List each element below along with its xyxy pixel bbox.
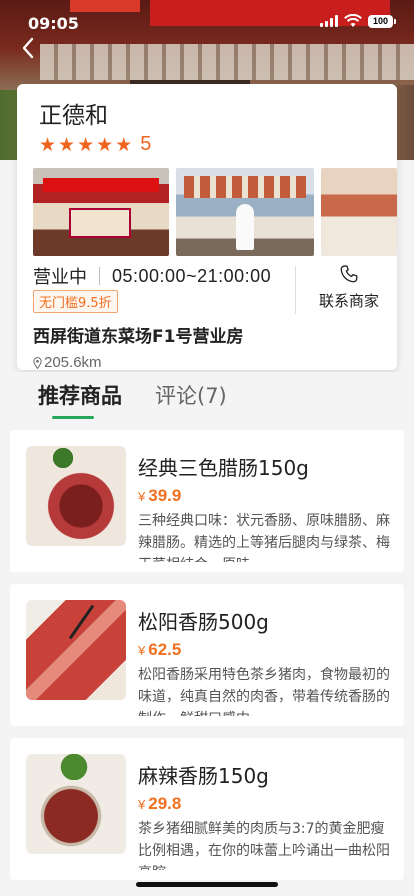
battery-icon: 100 [368, 14, 396, 28]
currency-symbol: ¥ [138, 643, 146, 658]
location-pin-icon [33, 356, 42, 369]
product-title: 松阳香肠500g [138, 610, 269, 634]
product-image[interactable] [26, 446, 126, 546]
open-status: 营业中 [33, 267, 87, 288]
product-price: ¥39.9 [138, 486, 181, 506]
chevron-left-icon [22, 37, 34, 59]
divider [99, 267, 100, 285]
store-distance: 205.6km [33, 354, 102, 371]
business-hours: 05:00:00~21:00:00 [112, 265, 272, 286]
product-price: ¥62.5 [138, 640, 181, 660]
product-card[interactable]: 松阳香肠500g ¥62.5 松阳香肠采用特色茶乡猪肉，食物最初的味道，纯真自然… [10, 584, 404, 726]
store-photo-gallery[interactable] [33, 168, 397, 256]
star-icon: ★ [58, 133, 76, 156]
product-price: ¥29.8 [138, 794, 181, 814]
status-time: 09:05 [28, 14, 79, 33]
price-value: 39.9 [148, 486, 182, 505]
store-address: 西屏街道东菜场F1号营业房 [33, 327, 244, 347]
divider [295, 266, 296, 314]
store-photo[interactable] [33, 168, 169, 256]
back-button[interactable] [16, 36, 40, 60]
tab-recommended-products[interactable]: 推荐商品 [38, 380, 122, 410]
store-photo[interactable] [176, 168, 314, 256]
wifi-icon [344, 14, 362, 27]
distance-value: 205.6km [44, 354, 102, 371]
discount-badge: 无门槛9.5折 [33, 290, 118, 313]
product-image[interactable] [26, 600, 126, 700]
phone-icon [340, 265, 358, 283]
product-image[interactable] [26, 754, 126, 854]
product-card[interactable]: 麻辣香肠150g ¥29.8 茶乡猪细腻鲜美的肉质与3:7的黄金肥瘦比例相遇，在… [10, 738, 404, 880]
content-tabs: 推荐商品 评论(7) [0, 372, 414, 422]
home-indicator[interactable] [136, 882, 278, 887]
status-bar: 09:05 100 [0, 0, 414, 44]
rating-score: 5 [140, 133, 152, 155]
battery-level: 100 [368, 14, 393, 28]
store-info-card: 正德和 ★ ★ ★ ★ ★ 5 营业中 05:00:00~21:00:00 联系… [17, 84, 397, 371]
contact-merchant-label: 联系商家 [318, 292, 379, 310]
price-value: 62.5 [148, 640, 182, 659]
product-title: 经典三色腊肠150g [138, 456, 309, 480]
product-title: 麻辣香肠150g [138, 764, 269, 788]
tab-reviews[interactable]: 评论(7) [155, 380, 227, 410]
business-hours-row: 营业中 05:00:00~21:00:00 [33, 264, 293, 289]
cellular-signal-icon [320, 15, 338, 27]
active-tab-indicator [52, 416, 94, 419]
star-icon: ★ [115, 133, 133, 156]
star-icon: ★ [77, 133, 95, 156]
product-card[interactable]: 经典三色腊肠150g ¥39.9 三种经典口味：状元香肠、原味腊肠、麻辣腊肠。精… [10, 430, 404, 572]
store-photo[interactable] [321, 168, 397, 256]
price-value: 29.8 [148, 794, 182, 813]
rating-stars: ★ ★ ★ ★ ★ 5 [39, 133, 151, 156]
star-icon: ★ [96, 133, 114, 156]
product-description: 松阳香肠采用特色茶乡猪肉，食物最初的味道，纯真自然的肉香，带着传统香肠的制作，鲜… [138, 667, 390, 716]
star-icon: ★ [39, 133, 57, 156]
contact-merchant-button[interactable]: 联系商家 [307, 264, 391, 311]
store-name: 正德和 [39, 103, 108, 129]
currency-symbol: ¥ [138, 797, 146, 812]
product-description: 三种经典口味：状元香肠、原味腊肠、麻辣腊肠。精选的上等猪后腿肉与绿茶、梅干菜相结… [138, 513, 390, 562]
status-icons: 100 [320, 14, 396, 28]
product-description: 茶乡猪细腻鲜美的肉质与3:7的黄金肥瘦比例相遇，在你的味蕾上吟诵出一曲松阳高腔 [138, 821, 390, 870]
currency-symbol: ¥ [138, 489, 146, 504]
